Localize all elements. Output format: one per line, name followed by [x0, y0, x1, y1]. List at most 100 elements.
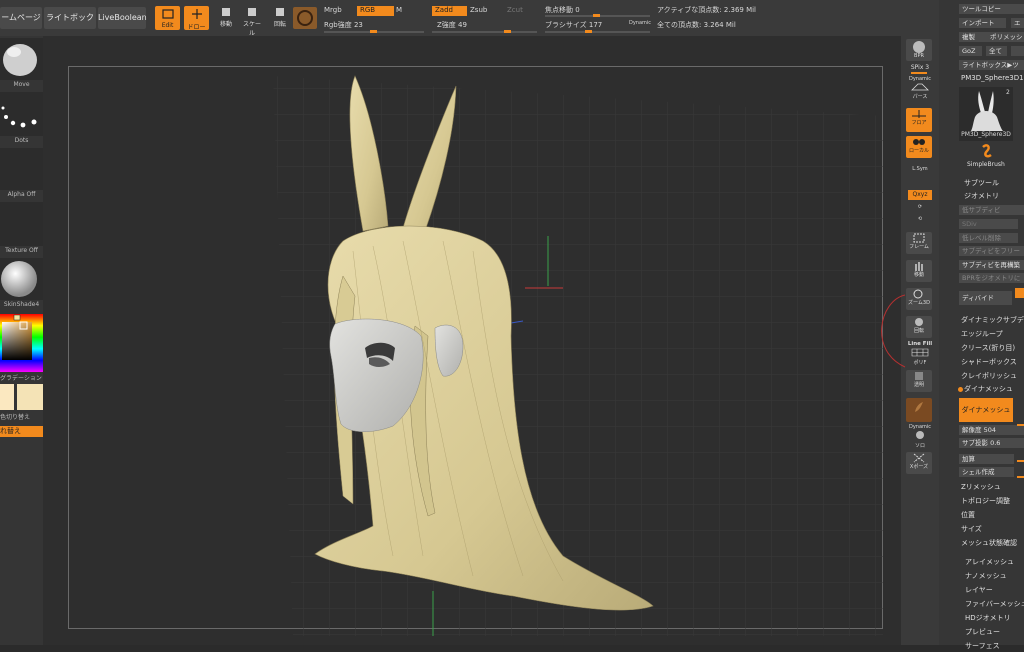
rgb-intensity-slider[interactable]: Rgb強度 23 [324, 20, 363, 30]
texture-thumbnail[interactable] [0, 202, 43, 246]
subtool-header[interactable]: サブツール [964, 178, 999, 189]
switch-color-label[interactable]: 色切り替え [0, 412, 43, 421]
shadowbox-item[interactable]: シャドーボックス [961, 357, 1017, 368]
liveboolean-button[interactable]: LiveBoolean [98, 7, 147, 29]
m-button[interactable]: M [396, 6, 402, 14]
secondary-color-swatch[interactable] [17, 384, 43, 410]
dynamesh-button[interactable]: ダイナメッシュ [959, 398, 1013, 422]
position-item[interactable]: 位置 [961, 510, 975, 521]
scale-mode-button[interactable]: スケール [242, 7, 262, 37]
size-item[interactable]: サイズ [961, 524, 982, 535]
mesh-integrity-item[interactable]: メッシュ状態確認 [961, 538, 1017, 549]
zadd-button[interactable]: Zadd [432, 6, 467, 16]
all-button[interactable]: 全て [986, 46, 1007, 56]
lsym-button[interactable]: L.Sym [901, 166, 939, 180]
tool-copy-extra[interactable] [1009, 4, 1024, 14]
claypolish-item[interactable]: クレイポリッシュ [961, 371, 1017, 382]
resolution-slider[interactable]: 解像度 504 [959, 425, 1024, 435]
bpr-to-geo-button[interactable]: BPRをジオメトリに [959, 273, 1024, 283]
z-intensity-track[interactable] [432, 30, 537, 33]
rotate-mode-button[interactable]: 回転 [270, 7, 290, 29]
transparency-button[interactable]: 透明 [906, 370, 932, 392]
sdiv-slider[interactable]: SDiv [959, 219, 1018, 229]
preview-item[interactable]: プレビュー [965, 627, 1000, 638]
stroke-thumbnail[interactable] [0, 92, 43, 136]
edit-button[interactable]: Edit [155, 6, 180, 30]
rgb-intensity-knob[interactable] [370, 30, 377, 33]
array-mesh-item[interactable]: アレイメッシュ [965, 557, 1014, 568]
sub-projection-slider[interactable]: サブ投影 0.6 [959, 438, 1024, 448]
delete-lower-button[interactable]: 低レベル削除 [959, 233, 1018, 243]
main-color-swatch[interactable] [0, 384, 14, 410]
dynamesh-header[interactable]: ダイナメッシュ [964, 384, 1013, 395]
simplebrush-thumbnail[interactable] [979, 143, 995, 159]
higher-subdiv-button[interactable] [1017, 205, 1024, 215]
color-picker[interactable] [0, 314, 43, 372]
shell-button[interactable]: シェル作成 [959, 467, 1014, 477]
floor-button[interactable]: フロア [906, 108, 932, 132]
lightbox-tools-button[interactable]: ライトボックス▶ツ [959, 60, 1024, 70]
focal-shift-track[interactable] [545, 14, 650, 17]
zcut-button[interactable]: Zcut [507, 6, 523, 14]
add-button[interactable]: 加算 [959, 454, 1014, 464]
layers-item[interactable]: レイヤー [965, 585, 993, 596]
spix-track[interactable] [911, 72, 927, 74]
hd-geometry-item[interactable]: HDジオメトリ [965, 613, 1011, 624]
reconstruct-subdiv-button[interactable]: サブディビを再構築 [959, 260, 1024, 270]
geometry-header[interactable]: ジオメトリ [964, 191, 999, 202]
brush-size-track[interactable] [545, 30, 650, 33]
freeze-subdiv-button[interactable]: サブディビをフリー [959, 246, 1024, 256]
frame-button[interactable]: フレーム [906, 232, 932, 254]
z-intensity-knob[interactable] [504, 30, 511, 33]
fibermesh-item[interactable]: ファイバーメッシュ [965, 599, 1024, 610]
move-mode-button[interactable]: 移動 [216, 7, 236, 29]
ghost-button[interactable] [906, 398, 932, 422]
gradient-label[interactable]: グラデーション [0, 373, 43, 382]
surface-item[interactable]: サーフェス [965, 641, 1000, 652]
spix-slider[interactable]: SPix 3 [901, 64, 939, 71]
focal-shift-slider[interactable]: 焦点移動 0 [545, 5, 580, 15]
zremesher-item[interactable]: Zリメッシュ [961, 482, 1001, 493]
rgb-button[interactable]: RGB [357, 6, 394, 16]
xyz-button[interactable]: Qxyz [908, 190, 932, 200]
material-swatch-button[interactable] [293, 7, 317, 29]
edge-loop-item[interactable]: エッジループ [961, 329, 1003, 340]
perspective-button[interactable]: パース [901, 83, 939, 100]
visible-button[interactable] [1011, 46, 1024, 56]
nano-mesh-item[interactable]: ナノメッシュ [965, 571, 1007, 582]
move-view-button[interactable]: 移動 [906, 260, 932, 282]
local-button[interactable]: ローカル [906, 136, 932, 158]
z-intensity-slider[interactable]: Z強度 49 [437, 20, 467, 30]
topology-item[interactable]: トポロジー調整 [961, 496, 1010, 507]
material-thumbnail[interactable] [0, 258, 43, 300]
tool-thumbnail[interactable]: 2 PM3D_Sphere3D [959, 87, 1013, 141]
dynamic-subdiv-item[interactable]: ダイナミックサブデ [961, 315, 1024, 326]
focal-shift-knob[interactable] [593, 14, 600, 17]
canvas-viewport[interactable] [43, 36, 901, 645]
make-polymesh-button[interactable]: ポリメッシ [987, 32, 1024, 42]
brush-size-knob[interactable] [585, 30, 592, 33]
rotate-view-button[interactable]: 回転 [906, 316, 932, 338]
bpr-button[interactable]: BPR [906, 39, 932, 61]
mrgb-button[interactable]: Mrgb [324, 6, 342, 14]
rotate-z-icon[interactable]: ⟲ [901, 216, 939, 222]
divide-button[interactable]: ディバイド [959, 291, 1012, 305]
brush-size-slider[interactable]: ブラシサイズ 177 [545, 20, 602, 30]
export-button[interactable]: エ [1011, 18, 1024, 28]
sculpt-model[interactable] [43, 36, 901, 645]
smooth-toggle[interactable] [1015, 288, 1024, 298]
lower-subdiv-button[interactable]: 低サブディビ [959, 205, 1018, 215]
alpha-thumbnail[interactable] [0, 148, 43, 190]
zoom3d-button[interactable]: ズーム3D [906, 288, 932, 310]
brush-thumbnail[interactable] [0, 38, 43, 80]
rotate-y-icon[interactable]: ⟳ [901, 204, 939, 210]
dynamic-size-button[interactable]: Dynamic [629, 20, 651, 26]
zsub-button[interactable]: Zsub [470, 6, 487, 14]
tool-copy-button[interactable]: ツールコピー [959, 4, 1010, 14]
crease-item[interactable]: クリース(折り目) [961, 343, 1015, 354]
xpose-button[interactable]: Xポーズ [906, 452, 932, 474]
clone-button[interactable]: 複製 [959, 32, 988, 42]
lightbox-button[interactable]: ライトボックス [44, 7, 96, 44]
draw-button[interactable]: ドロー [184, 6, 209, 31]
solo-button[interactable]: ソロ [901, 430, 939, 449]
